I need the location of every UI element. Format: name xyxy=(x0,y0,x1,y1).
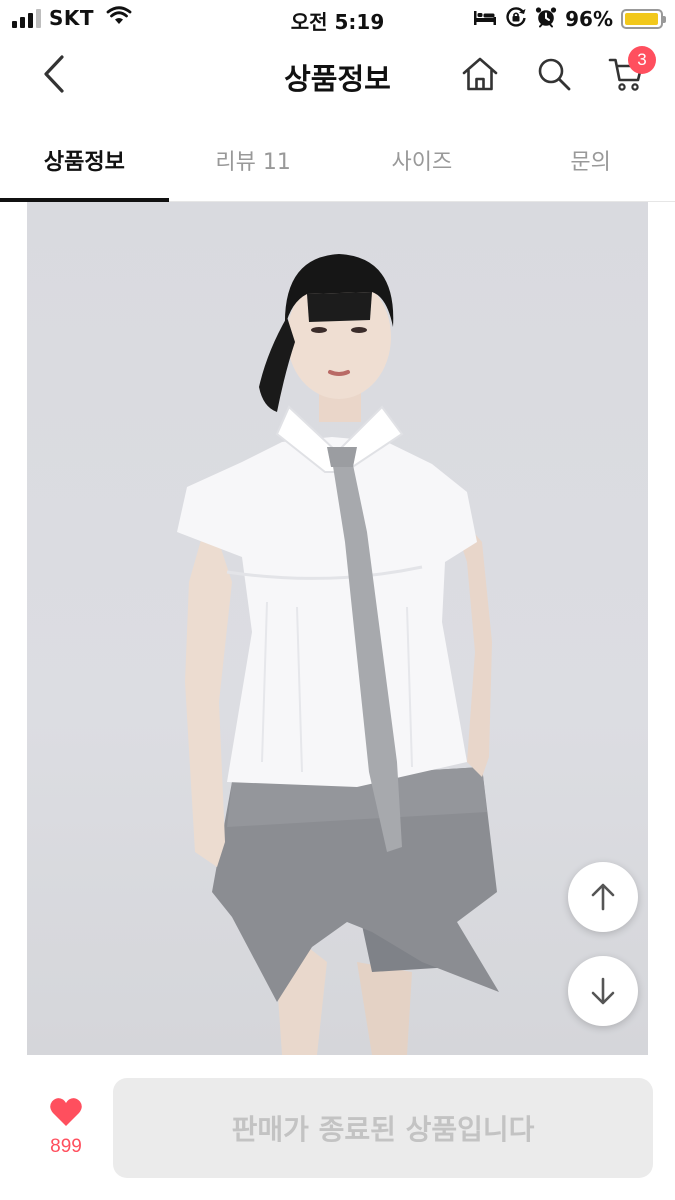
tab-inquiry[interactable]: 문의 xyxy=(506,118,675,201)
tab-reviews[interactable]: 리뷰 11 xyxy=(169,118,338,201)
tab-size[interactable]: 사이즈 xyxy=(338,118,507,201)
back-button[interactable] xyxy=(34,54,74,98)
tab-product-info[interactable]: 상품정보 xyxy=(0,118,169,202)
tab-bar: 상품정보 리뷰 11 사이즈 문의 xyxy=(0,118,675,202)
search-button[interactable] xyxy=(532,54,576,98)
battery-percent: 96% xyxy=(565,7,613,31)
scroll-up-button[interactable] xyxy=(568,862,638,932)
arrow-up-icon xyxy=(590,883,616,911)
sold-out-button: 판매가 종료된 상품입니다 xyxy=(113,1078,653,1178)
rotation-lock-icon xyxy=(505,6,527,32)
home-icon xyxy=(461,56,499,96)
battery-icon xyxy=(621,9,666,29)
like-button[interactable]: 899 xyxy=(30,1096,102,1158)
back-icon xyxy=(42,55,66,97)
header: 상품정보 3 xyxy=(0,40,675,112)
status-right: 96% xyxy=(473,6,666,32)
scroll-down-button[interactable] xyxy=(568,956,638,1026)
battery-fill xyxy=(625,13,658,25)
status-bar: SKT 오전 5:19 96% xyxy=(0,0,675,40)
product-image xyxy=(27,202,648,1055)
alarm-icon xyxy=(535,6,557,32)
arrow-down-icon xyxy=(590,977,616,1005)
cart-badge: 3 xyxy=(628,46,656,74)
like-count: 899 xyxy=(50,1136,82,1157)
cart-button[interactable]: 3 xyxy=(604,46,656,98)
bottom-bar: 899 판매가 종료된 상품입니다 xyxy=(0,1060,675,1200)
home-button[interactable] xyxy=(458,54,502,98)
heart-icon xyxy=(49,1096,83,1132)
bed-icon xyxy=(473,8,497,30)
search-icon xyxy=(536,56,572,96)
product-photo-illustration xyxy=(177,254,499,1055)
